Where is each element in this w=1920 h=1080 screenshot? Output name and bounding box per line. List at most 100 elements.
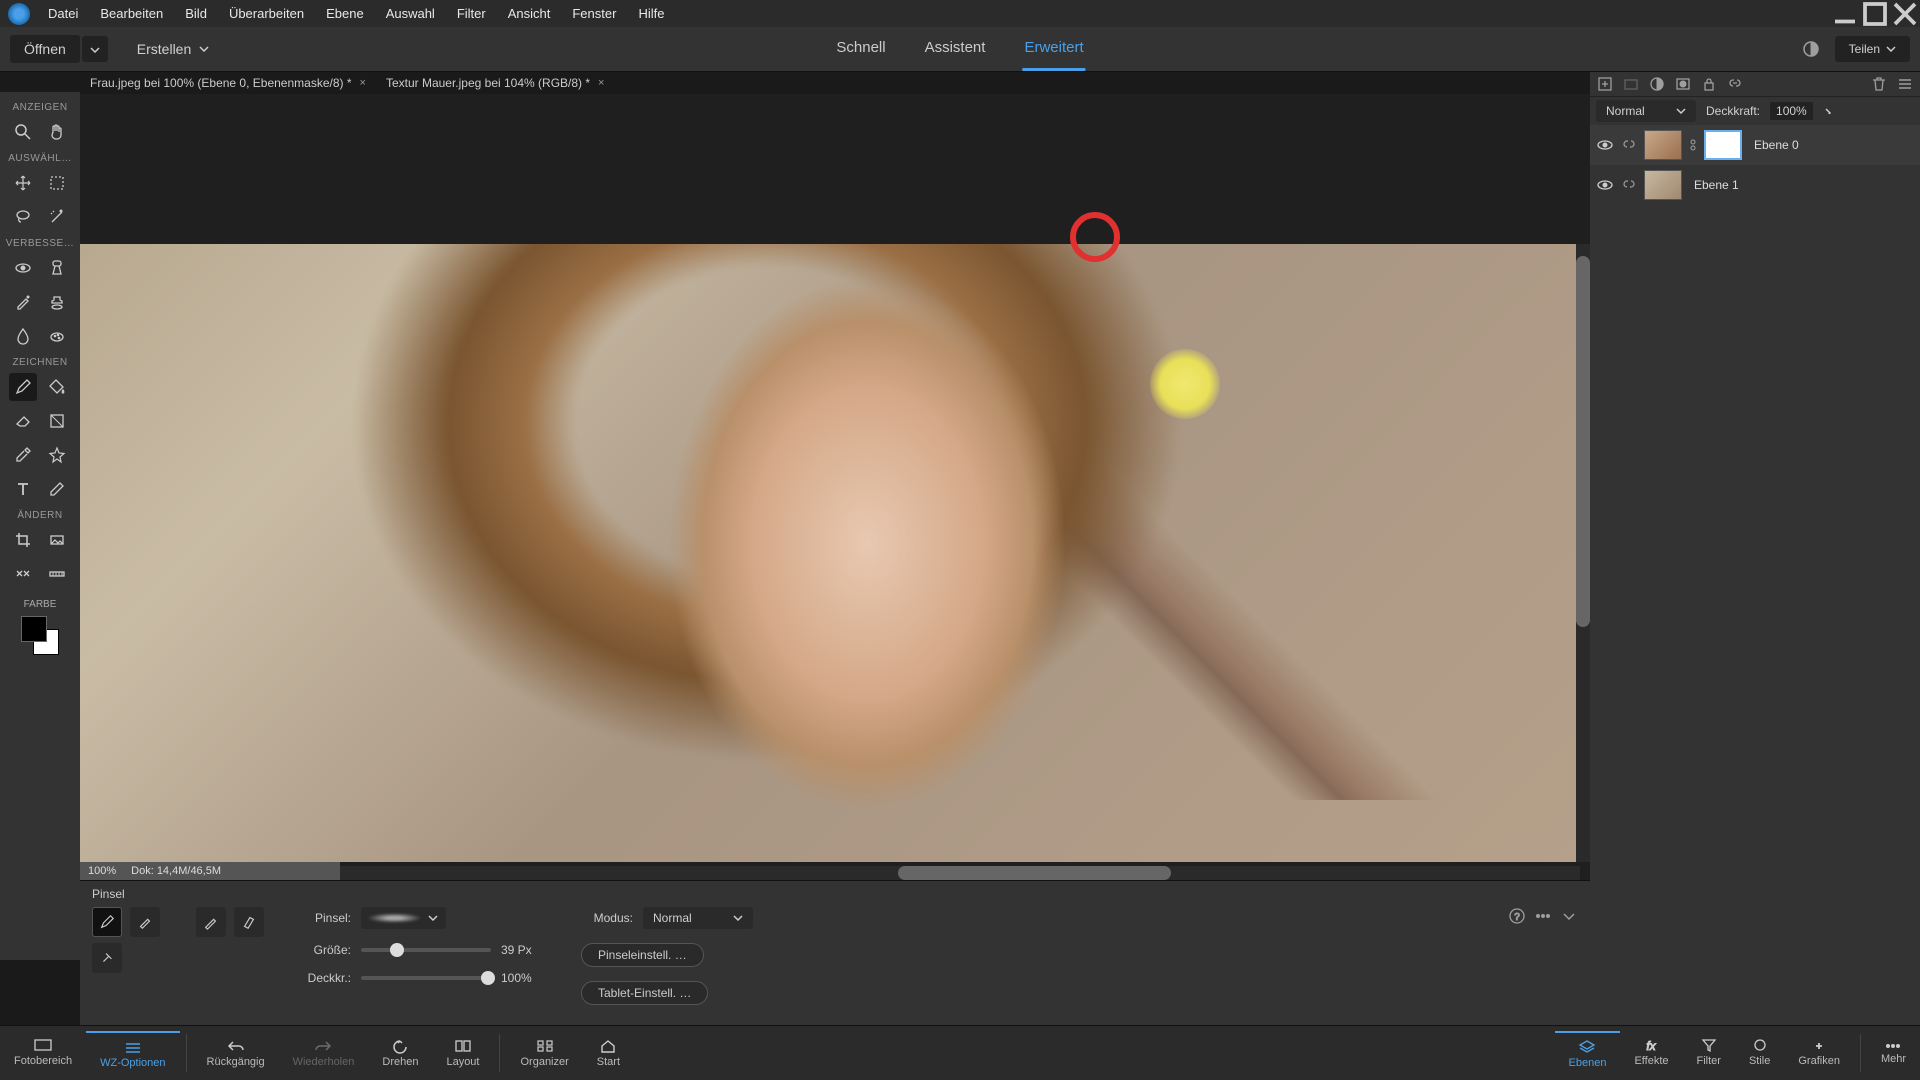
menu-file[interactable]: Datei (38, 1, 88, 26)
mode-assistant[interactable]: Assistent (923, 27, 988, 71)
eyedropper-tool[interactable] (9, 441, 37, 469)
layer-link-icon[interactable] (1620, 136, 1638, 154)
tablet-settings-button[interactable]: Tablet-Einstell. … (581, 981, 708, 1005)
move-tool[interactable] (9, 169, 37, 197)
mode-quick[interactable]: Schnell (834, 27, 887, 71)
nav-graphics[interactable]: Grafiken (1784, 1033, 1854, 1073)
nav-filter[interactable]: Filter (1683, 1033, 1735, 1073)
layer-visibility-icon[interactable] (1596, 136, 1614, 154)
maximize-button[interactable] (1860, 3, 1890, 25)
lasso-tool[interactable] (9, 203, 37, 231)
nav-start[interactable]: Start (583, 1034, 634, 1072)
nav-rotate[interactable]: Drehen (368, 1034, 432, 1072)
nav-layers[interactable]: Ebenen (1555, 1031, 1621, 1073)
layer-row-1[interactable]: Ebene 1 (1590, 165, 1920, 205)
crop-tool[interactable] (9, 526, 37, 554)
menu-layer[interactable]: Ebene (316, 1, 374, 26)
smart-brush-tool[interactable] (9, 288, 37, 316)
nav-more[interactable]: Mehr (1867, 1037, 1920, 1069)
layer-opacity-value[interactable]: 100% (1770, 102, 1813, 120)
menu-enhance[interactable]: Überarbeiten (219, 1, 314, 26)
marquee-tool[interactable] (43, 169, 71, 197)
delete-layer-icon[interactable] (1870, 75, 1888, 93)
share-button[interactable]: Teilen (1835, 36, 1910, 62)
menu-help[interactable]: Hilfe (628, 1, 674, 26)
menu-image[interactable]: Bild (175, 1, 217, 26)
redeye-tool[interactable] (9, 254, 37, 282)
sponge-tool[interactable] (43, 322, 71, 350)
brush-variant-2[interactable] (130, 907, 160, 937)
layer-link-icon[interactable] (1620, 176, 1638, 194)
minimize-button[interactable] (1830, 3, 1860, 25)
more-icon[interactable] (1534, 907, 1552, 925)
size-slider-thumb[interactable] (390, 943, 404, 957)
blend-mode-dropdown[interactable]: Normal (643, 907, 753, 929)
help-icon[interactable]: ? (1508, 907, 1526, 925)
recompose-tool[interactable] (43, 526, 71, 554)
hand-tool[interactable] (43, 118, 71, 146)
blur-tool[interactable] (9, 322, 37, 350)
menu-view[interactable]: Ansicht (498, 1, 561, 26)
shape-tool[interactable] (43, 441, 71, 469)
menu-select[interactable]: Auswahl (376, 1, 445, 26)
adjustment-layer-icon[interactable] (1648, 75, 1666, 93)
open-button[interactable]: Öffnen (10, 35, 80, 63)
horizontal-scrollbar-thumb[interactable] (898, 866, 1171, 880)
nav-undo[interactable]: Rückgängig (193, 1034, 279, 1072)
open-dropdown[interactable] (82, 36, 108, 62)
collapse-icon[interactable] (1560, 907, 1578, 925)
vertical-scrollbar-thumb[interactable] (1576, 256, 1590, 627)
canvas[interactable] (80, 244, 1580, 862)
layer-mask-thumb-0[interactable] (1704, 130, 1742, 160)
layer-thumb-0[interactable] (1644, 130, 1682, 160)
nav-photobin[interactable]: Fotobereich (0, 1033, 86, 1073)
create-button[interactable]: Erstellen (123, 35, 223, 63)
opacity-value[interactable]: 100% (501, 971, 546, 985)
opacity-slider[interactable] (361, 976, 491, 980)
brush-tool[interactable] (9, 373, 37, 401)
paint-bucket-tool[interactable] (43, 373, 71, 401)
layer-blend-dropdown[interactable]: Normal (1596, 100, 1696, 122)
zoom-value[interactable]: 100% (88, 865, 116, 877)
foreground-color-swatch[interactable] (21, 616, 47, 642)
layer-name-1[interactable]: Ebene 1 (1694, 178, 1739, 192)
layer-mask-link-icon[interactable] (1688, 136, 1698, 154)
chevron-right-icon[interactable] (1823, 108, 1833, 114)
menu-edit[interactable]: Bearbeiten (90, 1, 173, 26)
doc-tab-1-close-icon[interactable]: × (360, 77, 366, 89)
layer-mask-icon[interactable] (1674, 75, 1692, 93)
layer-thumb-1[interactable] (1644, 170, 1682, 200)
pencil-tool[interactable] (43, 475, 71, 503)
eraser-tool[interactable] (9, 407, 37, 435)
nav-styles[interactable]: Stile (1735, 1033, 1784, 1073)
brush-variant-5[interactable] (92, 943, 122, 973)
gradient-tool[interactable] (43, 407, 71, 435)
link-layers-icon[interactable] (1726, 75, 1744, 93)
theme-toggle-icon[interactable] (1802, 40, 1820, 58)
horizontal-scrollbar[interactable] (340, 866, 1580, 880)
spot-heal-tool[interactable] (43, 254, 71, 282)
clone-stamp-tool[interactable] (43, 288, 71, 316)
doc-tab-2[interactable]: Textur Mauer.jpeg bei 104% (RGB/8) * × (376, 72, 615, 94)
brush-variant-1[interactable] (92, 907, 122, 937)
nav-effects[interactable]: fxEffekte (1620, 1033, 1682, 1073)
opacity-slider-thumb[interactable] (481, 971, 495, 985)
text-tool[interactable] (9, 475, 37, 503)
color-swatch[interactable] (15, 614, 65, 659)
new-layer-icon[interactable] (1596, 75, 1614, 93)
nav-organizer[interactable]: Organizer (506, 1034, 582, 1072)
nav-redo[interactable]: Wiederholen (279, 1034, 369, 1072)
nav-tool-options[interactable]: WZ-Optionen (86, 1031, 179, 1073)
vertical-scrollbar[interactable] (1576, 244, 1590, 862)
new-group-icon[interactable] (1622, 75, 1640, 93)
straighten-tool[interactable] (43, 560, 71, 588)
zoom-tool[interactable] (9, 118, 37, 146)
close-button[interactable] (1890, 3, 1920, 25)
layer-name-0[interactable]: Ebene 0 (1754, 138, 1799, 152)
size-slider[interactable] (361, 948, 491, 952)
brush-variant-4[interactable] (234, 907, 264, 937)
brush-preset-dropdown[interactable] (361, 907, 446, 929)
mode-advanced[interactable]: Erweitert (1022, 27, 1085, 71)
menu-filter[interactable]: Filter (447, 1, 496, 26)
panel-menu-icon[interactable] (1896, 75, 1914, 93)
